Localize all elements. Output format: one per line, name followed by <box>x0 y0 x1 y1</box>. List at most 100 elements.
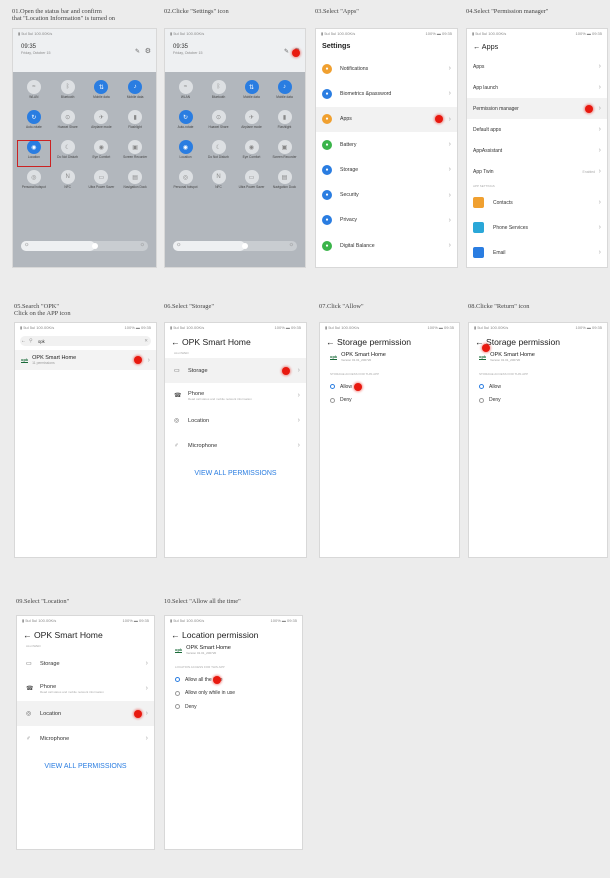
chevron-right-icon: › <box>448 216 451 224</box>
apps-item-default-apps[interactable]: Default apps › <box>467 119 607 140</box>
apps-item-label: Apps <box>473 63 485 70</box>
apps-item-app-twin[interactable]: App Twin Enabled › <box>467 161 607 182</box>
permission-item-location[interactable]: ◎ Location › <box>17 701 154 726</box>
apps-item-email[interactable]: Email › <box>467 240 607 265</box>
cc-tile-huawei-share[interactable]: ⊙ Huawei Share <box>51 110 85 137</box>
back-arrow-icon[interactable]: ← <box>21 338 26 344</box>
settings-item-apps[interactable]: ● Apps › <box>316 106 457 132</box>
apps-item-appassistant[interactable]: AppAssistant › <box>467 140 607 161</box>
page-title[interactable]: ← OPK Smart Home <box>17 625 154 642</box>
cc-tile-auto-rotate[interactable]: ↻ Auto-rotate <box>17 110 51 137</box>
settings-item-label: Digital Balance <box>340 242 375 249</box>
cc-tile-mobile-data[interactable]: ♪ Mobile data <box>268 80 301 107</box>
radio-allow[interactable]: Allow <box>469 380 607 394</box>
page-title[interactable]: ← Location permission <box>165 625 302 643</box>
radio-deny[interactable]: Deny <box>469 394 607 408</box>
status-right: 100% ▬ 09:35 <box>274 325 301 330</box>
cc-tile-airplane-mode[interactable]: ✈ Airplane mode <box>85 110 119 137</box>
step-10: 10.Select "Allow all the time" <box>164 598 309 605</box>
radio-deny[interactable]: Deny <box>320 394 459 408</box>
permission-item-microphone[interactable]: ♂ Microphone › <box>17 726 154 751</box>
cc-tile-eye-comfort[interactable]: ◉ Eye Comfort <box>235 140 268 167</box>
cc-tile-wlan[interactable]: ≈ WLAN <box>169 80 202 107</box>
cc-tile-do-not-disturb[interactable]: ☾ Do Not Disturb <box>51 140 85 167</box>
cc-tile-mobile-data[interactable]: ♪ Mobile data <box>118 80 152 107</box>
apps-item-phone-services[interactable]: Phone Services › <box>467 215 607 240</box>
step-caption: 04.Select "Permission manager" <box>466 8 549 15</box>
cc-tile-navigation-dock[interactable]: ▤ Navigation Dock <box>268 170 301 197</box>
edit-icon[interactable]: ✎ <box>284 48 289 55</box>
cc-tile-screen-recorder[interactable]: ▣ Screen Recorder <box>268 140 301 167</box>
page-title[interactable]: ← OPK Smart Home <box>165 332 306 349</box>
cc-tile-grid: ≈ WLAN ᛒ Bluetooth ⇅ Mobile data ♪ Mobile data ↻… <box>165 72 305 197</box>
brightness-slider[interactable]: ☼ ☼ <box>173 241 297 251</box>
permission-item-storage[interactable]: ▭ Storage › <box>17 651 154 676</box>
cc-tile-label: Mobile data <box>243 95 260 99</box>
cc-tile-screen-recorder[interactable]: ▣ Screen Recorder <box>118 140 152 167</box>
radio-allow-while-in-use[interactable]: Allow only while in use <box>165 687 302 701</box>
location-pin-icon: ◉ <box>178 140 193 154</box>
brightness-slider[interactable]: ☼ ☼ <box>21 241 148 251</box>
chevron-right-icon: › <box>598 105 601 112</box>
cc-tile-auto-rotate[interactable]: ↻ Auto-rotate <box>169 110 202 137</box>
apps-item-contacts[interactable]: Contacts › <box>467 190 607 215</box>
permission-item-phone[interactable]: ☎ Phone Read call status and mobile networ… <box>165 383 306 408</box>
apps-list: Apps › App launch › Permission manager › Defau… <box>467 56 607 182</box>
view-all-permissions-link[interactable]: VIEW ALL PERMISSIONS <box>17 751 154 770</box>
cc-tile-ultra-power-saver[interactable]: ▭ Ultra Power Saver <box>85 170 119 197</box>
cc-tile-bluetooth[interactable]: ᛒ Bluetooth <box>202 80 235 107</box>
cc-tile-location[interactable]: ◉ Location <box>17 140 51 167</box>
permission-item-storage[interactable]: ▭ Storage › <box>165 358 306 383</box>
cc-tile-label: NFC <box>64 185 71 189</box>
cc-tile-nfc[interactable]: N NFC <box>51 170 85 197</box>
cc-tile-do-not-disturb[interactable]: ☾ Do Not Disturb <box>202 140 235 167</box>
cc-tile-location[interactable]: ◉ Location <box>169 140 202 167</box>
settings-item-storage[interactable]: ● Storage › <box>316 157 457 182</box>
permission-item-microphone[interactable]: ♂ Microphone › <box>165 433 306 458</box>
cc-tile-mobile-data[interactable]: ⇅ Mobile data <box>85 80 119 107</box>
gear-icon[interactable]: ⚙ <box>145 47 151 55</box>
apps-item-apps[interactable]: Apps › <box>467 56 607 77</box>
page-title[interactable]: ← Apps <box>467 38 607 56</box>
settings-item-biometrics-password[interactable]: ● Biometrics &password › <box>316 81 457 106</box>
brightness-knob[interactable] <box>242 243 249 249</box>
permission-item-phone[interactable]: ☎ Phone Read call status and mobile networ… <box>17 676 154 701</box>
apps-item-permission-manager[interactable]: Permission manager › <box>467 98 607 119</box>
radio-allow-all-the-time[interactable]: Allow all the time <box>165 673 302 687</box>
cc-tile-navigation-dock[interactable]: ▤ Navigation Dock <box>118 170 152 197</box>
settings-item-notifications[interactable]: ● Notifications › <box>316 56 457 81</box>
view-all-permissions-link[interactable]: VIEW ALL PERMISSIONS <box>165 458 306 477</box>
cc-tile-personal-hotspot[interactable]: ◎ Personal hotspot <box>17 170 51 197</box>
cc-tile-flashlight[interactable]: ▮ Flashlight <box>118 110 152 137</box>
settings-item-security[interactable]: ● Security › <box>316 182 457 207</box>
radio-allow[interactable]: Allow <box>320 380 459 394</box>
cc-tile-airplane-mode[interactable]: ✈ Airplane mode <box>235 110 268 137</box>
cc-tile-wlan[interactable]: ≈ WLAN <box>17 80 51 107</box>
cc-tile-mobile-data[interactable]: ⇅ Mobile data <box>235 80 268 107</box>
permission-item-location[interactable]: ◎ Location › <box>165 408 306 433</box>
brightness-knob[interactable] <box>92 243 99 249</box>
airplane-icon: ✈ <box>244 110 259 124</box>
cc-tile-ultra-power-saver[interactable]: ▭ Ultra Power Saver <box>235 170 268 197</box>
cc-tile-label: Eye Comfort <box>242 155 261 159</box>
settings-item-battery[interactable]: ● Battery › <box>316 132 457 157</box>
clear-icon[interactable]: ✕ <box>144 338 148 344</box>
cc-tile-flashlight[interactable]: ▮ Flashlight <box>268 110 301 137</box>
chevron-right-icon: › <box>598 168 601 175</box>
search-input[interactable]: ← ⚲ opk ✕ <box>20 336 151 346</box>
settings-item-digital-balance[interactable]: ● Digital Balance › <box>316 233 457 258</box>
cc-tile-bluetooth[interactable]: ᛒ Bluetooth <box>51 80 85 107</box>
cc-tile-huawei-share[interactable]: ⊙ Huawei Share <box>202 110 235 137</box>
settings-item-privacy[interactable]: ● Privacy › <box>316 208 457 233</box>
edit-icon[interactable]: ✎ <box>135 48 140 55</box>
cc-tile-nfc[interactable]: N NFC <box>202 170 235 197</box>
radio-deny[interactable]: Deny <box>165 700 302 714</box>
cc-tile-personal-hotspot[interactable]: ◎ Personal hotspot <box>169 170 202 197</box>
page-title[interactable]: ← Storage permission <box>320 332 459 350</box>
cc-tile-eye-comfort[interactable]: ◉ Eye Comfort <box>85 140 119 167</box>
apps-item-app-launch[interactable]: App launch › <box>467 77 607 98</box>
status-bar: ▮ 5ul 5ul 100.00K/s 100% ▬ 09:35 <box>316 29 457 38</box>
chevron-right-icon: › <box>448 65 451 73</box>
search-result-app[interactable]: opk OPK Smart Home 11 permissions › <box>15 350 156 370</box>
chevron-right-icon: › <box>448 166 451 174</box>
